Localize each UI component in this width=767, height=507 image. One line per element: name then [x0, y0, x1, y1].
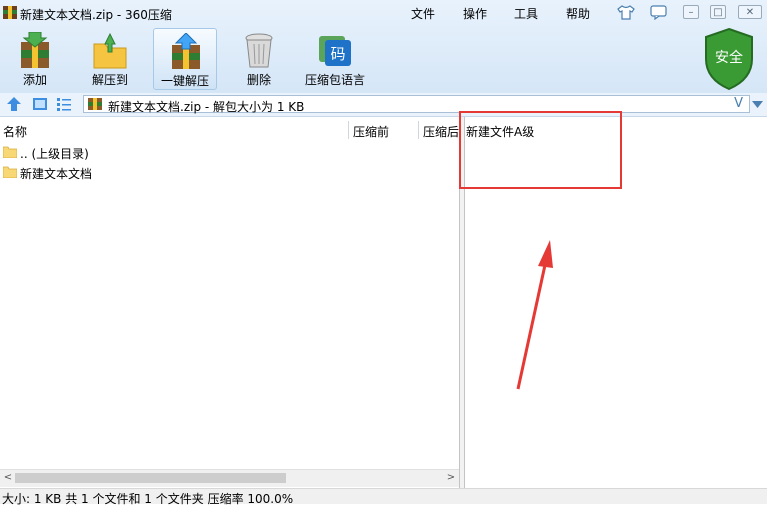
- annotation-arrow: [516, 240, 553, 390]
